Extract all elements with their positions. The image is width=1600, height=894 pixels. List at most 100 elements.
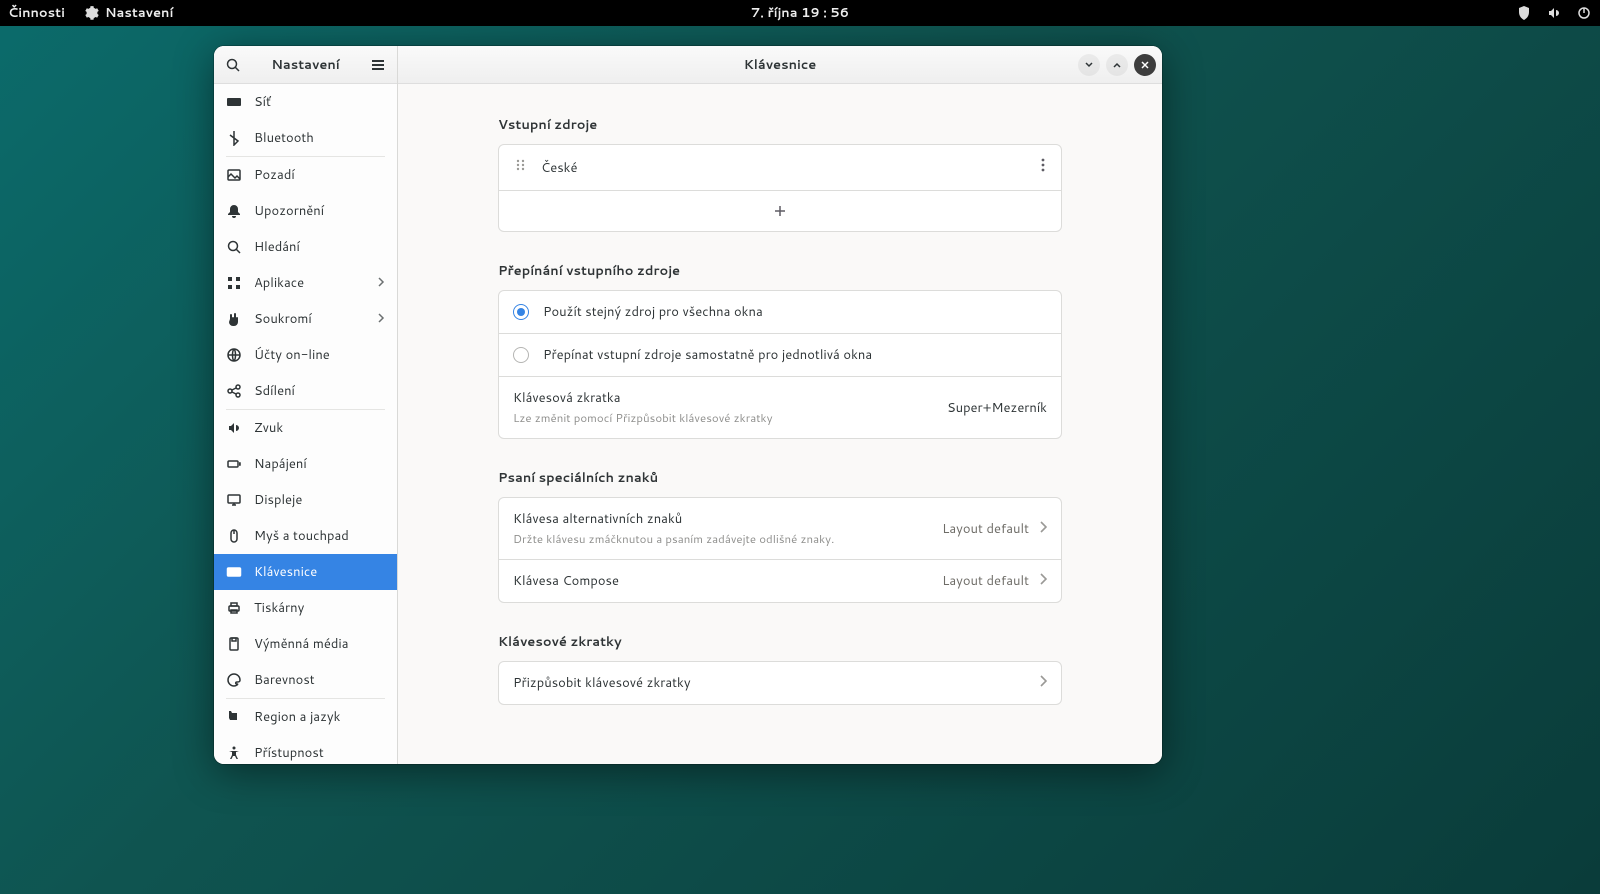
- apps-icon: [226, 275, 242, 291]
- share-icon: [226, 383, 242, 399]
- alt-chars-value: Layout default: [942, 520, 1029, 538]
- sidebar-item-sdílení[interactable]: Sdílení: [214, 373, 397, 409]
- shield-icon[interactable]: [1516, 5, 1532, 21]
- sidebar-item-barevnost[interactable]: Barevnost: [214, 662, 397, 698]
- sidebar-item-účty-on-line[interactable]: Účty on-line: [214, 337, 397, 373]
- section-special-chars-heading: Psaní speciálních znaků: [498, 469, 1062, 487]
- sidebar-item-displeje[interactable]: Displeje: [214, 482, 397, 518]
- content: Vstupní zdroje České Přepínání vstupního…: [398, 84, 1162, 729]
- sidebar-item-pozadí[interactable]: Pozadí: [214, 157, 397, 193]
- chevron-right-icon: [1039, 674, 1047, 692]
- sidebar-item-region-a-jazyk[interactable]: Region a jazyk: [214, 699, 397, 735]
- section-input-sources-heading: Vstupní zdroje: [498, 116, 1062, 134]
- sidebar-item-hledání[interactable]: Hledání: [214, 229, 397, 265]
- region-icon: [226, 709, 242, 725]
- sidebar-item-tiskárny[interactable]: Tiskárny: [214, 590, 397, 626]
- volume-icon[interactable]: [1546, 5, 1562, 21]
- removable-media-icon: [226, 636, 242, 652]
- panel-clock[interactable]: 7. října 19 : 56: [751, 4, 849, 22]
- sidebar-item-label: Displeje: [254, 491, 302, 509]
- sidebar-item-label: Bluetooth: [254, 129, 314, 147]
- radio-icon: [513, 304, 529, 320]
- printer-icon: [226, 600, 242, 616]
- accessibility-icon: [226, 745, 242, 761]
- switching-shortcut-sub: Lze změnit pomocí Přizpůsobit klávesové …: [513, 409, 773, 426]
- close-button[interactable]: [1134, 54, 1156, 76]
- special-chars-list: Klávesa alternativních znaků Držte kláve…: [498, 497, 1062, 603]
- sidebar-item-upozornění[interactable]: Upozornění: [214, 193, 397, 229]
- chevron-right-icon: [1039, 572, 1047, 590]
- sidebar-item-label: Zvuk: [254, 419, 283, 437]
- online-accounts-icon: [226, 347, 242, 363]
- sidebar-item-síť[interactable]: Síť: [214, 84, 397, 120]
- customize-shortcuts-label: Přizpůsobit klávesové zkratky: [513, 674, 691, 692]
- chevron-right-icon: [377, 310, 385, 328]
- chevron-right-icon: [377, 274, 385, 292]
- sidebar-item-label: Napájení: [254, 455, 307, 473]
- sidebar-item-zvuk[interactable]: Zvuk: [214, 410, 397, 446]
- input-source-menu-button[interactable]: [1039, 158, 1047, 177]
- main-header: Klávesnice: [398, 46, 1162, 84]
- search-button[interactable]: [218, 50, 248, 80]
- hand-icon: [226, 311, 242, 327]
- radio-icon: [513, 347, 529, 363]
- add-input-source-button[interactable]: [499, 190, 1061, 231]
- panel-app-menu[interactable]: Nastavení: [83, 4, 173, 22]
- sidebar-item-label: Upozornění: [254, 202, 324, 220]
- sidebar-item-výměnná-média[interactable]: Výměnná média: [214, 626, 397, 662]
- sidebar-header: Nastavení: [214, 46, 397, 84]
- drag-handle-icon[interactable]: [513, 157, 529, 178]
- compose-key-label: Klávesa Compose: [513, 572, 619, 590]
- sidebar-item-napájení[interactable]: Napájení: [214, 446, 397, 482]
- gear-icon: [83, 5, 99, 21]
- sidebar-item-soukromí[interactable]: Soukromí: [214, 301, 397, 337]
- switching-option-per-window[interactable]: Přepínat vstupní zdroje samostatně pro j…: [499, 333, 1061, 376]
- alt-chars-row[interactable]: Klávesa alternativních znaků Držte kláve…: [499, 498, 1061, 559]
- minimize-button[interactable]: [1078, 54, 1100, 76]
- alt-chars-sub: Držte klávesu zmáčknutou a psaním zadáve…: [513, 530, 834, 547]
- mouse-icon: [226, 528, 242, 544]
- top-panel: Činnosti Nastavení 7. října 19 : 56: [0, 0, 1600, 26]
- sidebar-item-label: Pozadí: [254, 166, 295, 184]
- power-icon[interactable]: [1576, 5, 1592, 21]
- sidebar: Nastavení Síť Bluetooth Pozadí Upozornění Hl…: [214, 46, 398, 764]
- customize-shortcuts-row[interactable]: Přizpůsobit klávesové zkratky: [499, 662, 1061, 704]
- sidebar-item-label: Aplikace: [254, 274, 304, 292]
- compose-key-row[interactable]: Klávesa Compose Layout default: [499, 559, 1061, 602]
- sidebar-item-label: Sdílení: [254, 382, 295, 400]
- sidebar-item-label: Výměnná média: [254, 635, 349, 653]
- power-icon: [226, 456, 242, 472]
- sidebar-item-aplikace[interactable]: Aplikace: [214, 265, 397, 301]
- shortcuts-list: Přizpůsobit klávesové zkratky: [498, 661, 1062, 705]
- sidebar-item-label: Myš a touchpad: [254, 527, 349, 545]
- sound-icon: [226, 420, 242, 436]
- main-pane: Klávesnice Vstupní zdroje: [398, 46, 1162, 764]
- maximize-button[interactable]: [1106, 54, 1128, 76]
- activities-button[interactable]: Činnosti: [8, 4, 65, 22]
- sidebar-item-bluetooth[interactable]: Bluetooth: [214, 120, 397, 156]
- sidebar-item-klávesnice[interactable]: Klávesnice: [214, 554, 397, 590]
- sidebar-item-label: Účty on-line: [254, 346, 330, 364]
- switching-option-same[interactable]: Použít stejný zdroj pro všechna okna: [499, 291, 1061, 333]
- switching-shortcut-row: Klávesová zkratka Lze změnit pomocí Přiz…: [499, 376, 1061, 438]
- panel-app-name: Nastavení: [105, 4, 173, 22]
- sidebar-item-label: Klávesnice: [254, 563, 317, 581]
- sidebar-item-label: Tiskárny: [254, 599, 304, 617]
- keyboard-icon: [226, 564, 242, 580]
- sidebar-menu-button[interactable]: [363, 50, 393, 80]
- section-shortcuts-heading: Klávesové zkratky: [498, 633, 1062, 651]
- sidebar-item-label: Síť: [254, 93, 271, 111]
- color-icon: [226, 672, 242, 688]
- plus-icon: [772, 203, 788, 219]
- sidebar-item-přístupnost[interactable]: Přístupnost: [214, 735, 397, 764]
- input-source-row[interactable]: České: [499, 145, 1061, 190]
- display-icon: [226, 492, 242, 508]
- settings-window: Nastavení Síť Bluetooth Pozadí Upozornění Hl…: [214, 46, 1162, 764]
- switching-shortcut-value: Super+Mezerník: [947, 399, 1047, 417]
- sidebar-item-myš-a-touchpad[interactable]: Myš a touchpad: [214, 518, 397, 554]
- compose-key-value: Layout default: [942, 572, 1029, 590]
- chevron-right-icon: [1039, 520, 1047, 538]
- sidebar-list: Síť Bluetooth Pozadí Upozornění Hledání Aplik…: [214, 84, 397, 764]
- bell-icon: [226, 203, 242, 219]
- search-icon: [226, 239, 242, 255]
